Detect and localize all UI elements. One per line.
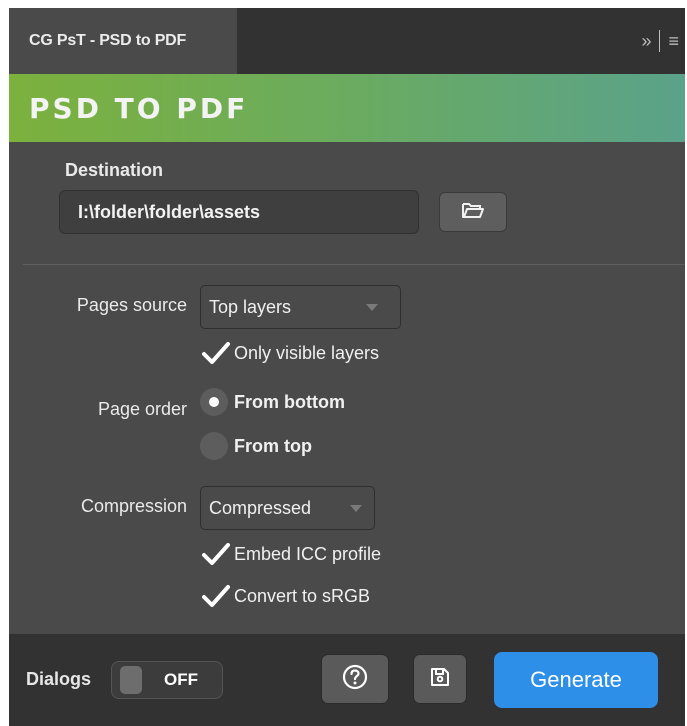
section-divider — [23, 264, 685, 265]
page-order-label: Page order — [97, 399, 187, 419]
help-icon — [342, 664, 368, 695]
tab-actions: » ≡ — [599, 8, 685, 74]
destination-input[interactable]: I:\folder\folder\assets — [59, 190, 419, 234]
only-visible-layers-label: Only visible layers — [234, 342, 380, 363]
compression-select[interactable]: Compressed — [200, 486, 375, 530]
panel-header: PSD TO PDF — [9, 74, 685, 142]
convert-to-srgb-label: Convert to sRGB — [234, 585, 371, 606]
save-button[interactable] — [413, 654, 467, 704]
tab-title: CG PsT - PSD to PDF — [29, 32, 187, 49]
radio-unselected-icon — [200, 432, 228, 460]
psd-to-pdf-panel: CG PsT - PSD to PDF » ≡ PSD TO PDF Desti… — [9, 8, 685, 726]
checkmark-icon — [200, 583, 232, 609]
dialogs-toggle-state: OFF — [164, 670, 198, 689]
checkmark-icon — [200, 340, 232, 366]
pages-source-label: Pages source — [76, 295, 187, 315]
tab-psd-to-pdf[interactable]: CG PsT - PSD to PDF — [9, 8, 237, 74]
only-visible-layers-checkbox[interactable]: Only visible layers — [200, 340, 379, 366]
tab-bar: CG PsT - PSD to PDF » ≡ — [9, 8, 685, 74]
destination-label: Destination — [65, 160, 164, 180]
panel-menu-icon[interactable]: ≡ — [668, 31, 679, 52]
save-icon — [429, 666, 451, 693]
compression-value: Compressed — [209, 497, 312, 518]
radio-from-top[interactable]: From top — [200, 432, 312, 460]
from-top-label: From top — [234, 435, 312, 456]
generate-button[interactable]: Generate — [494, 652, 658, 708]
browse-folder-button[interactable] — [439, 192, 507, 232]
convert-to-srgb-checkbox[interactable]: Convert to sRGB — [200, 583, 370, 609]
pages-source-select[interactable]: Top layers — [200, 285, 401, 329]
pages-source-value: Top layers — [209, 296, 292, 317]
from-bottom-label: From bottom — [234, 391, 345, 412]
dialogs-label: Dialogs — [26, 669, 92, 689]
folder-open-icon — [461, 201, 485, 224]
compression-label: Compression — [80, 496, 187, 516]
expand-icon[interactable]: » — [641, 31, 651, 52]
dialogs-toggle[interactable]: OFF — [111, 661, 223, 699]
radio-from-bottom[interactable]: From bottom — [200, 388, 345, 416]
embed-icc-profile-label: Embed ICC profile — [234, 543, 382, 564]
radio-selected-icon — [200, 388, 228, 416]
destination-path: I:\folder\folder\assets — [78, 201, 261, 222]
tab-actions-separator — [659, 30, 661, 52]
help-button[interactable] — [321, 654, 389, 704]
chevron-down-icon — [366, 304, 378, 311]
checkmark-icon — [200, 541, 232, 567]
page-title: PSD TO PDF — [29, 91, 249, 125]
chevron-down-icon — [350, 505, 362, 512]
embed-icc-profile-checkbox[interactable]: Embed ICC profile — [200, 541, 381, 567]
toggle-knob — [120, 666, 142, 694]
generate-label: Generate — [530, 667, 622, 692]
